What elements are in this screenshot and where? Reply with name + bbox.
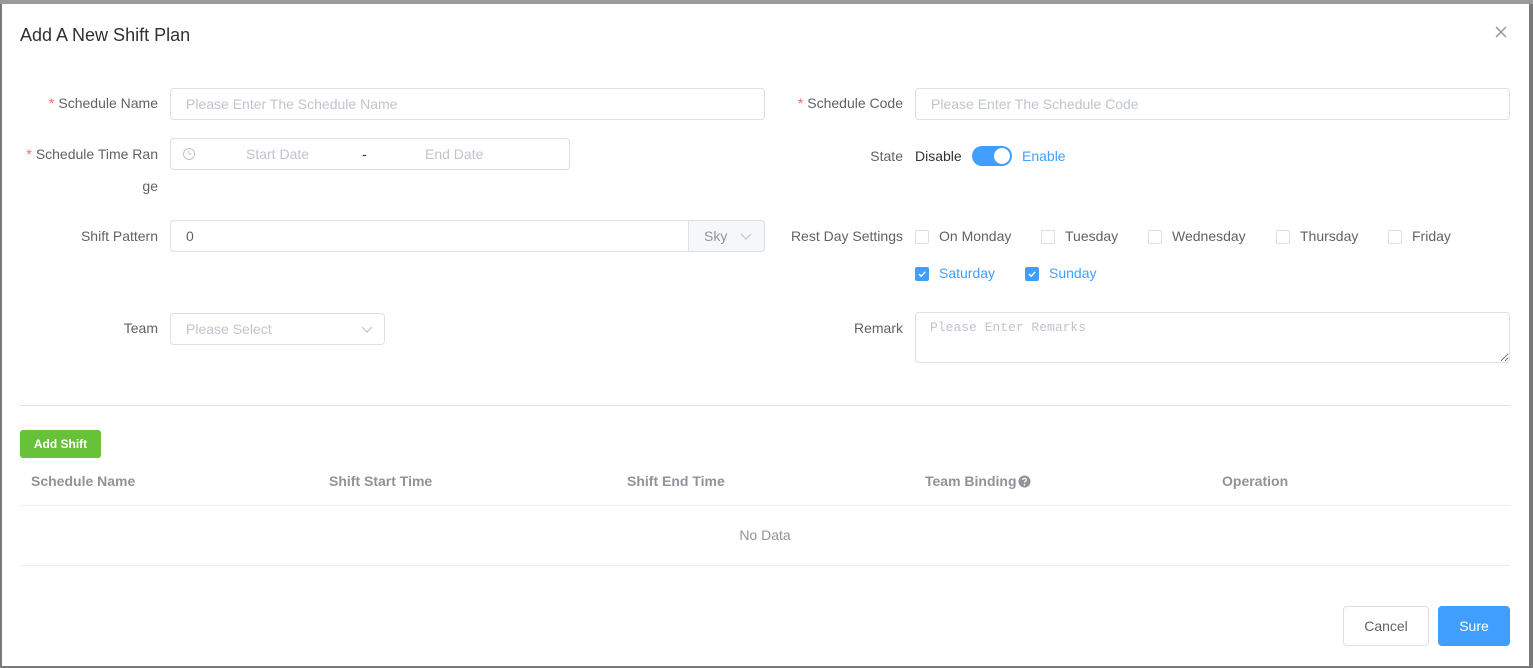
checkbox-label-monday[interactable]: On Monday <box>939 226 1011 246</box>
close-icon[interactable] <box>1490 21 1512 43</box>
schedule-name-label: * Schedule Name <box>48 95 158 111</box>
schedule-code-input[interactable] <box>915 88 1510 120</box>
time-range-label: * Schedule Time Ran <box>26 146 158 162</box>
check-icon <box>1028 271 1036 278</box>
required-mark: * <box>26 146 32 162</box>
table-empty-text: No Data <box>739 527 791 543</box>
table-bottom-border <box>20 565 1510 566</box>
checkbox-label-wednesday[interactable]: Wednesday <box>1172 226 1246 246</box>
start-date-input[interactable]: Start Date <box>246 146 309 162</box>
chevron-down-icon <box>361 326 373 333</box>
schedule-date-range-picker[interactable]: Start Date - End Date <box>170 138 570 170</box>
team-label: Team <box>123 320 158 336</box>
column-header-schedule-name: Schedule Name <box>31 473 136 489</box>
team-select-placeholder: Please Select <box>186 321 272 337</box>
checkbox-thursday[interactable] <box>1276 230 1290 244</box>
team-select[interactable]: Please Select <box>170 313 385 345</box>
question-circle-icon[interactable] <box>1018 475 1031 488</box>
checkbox-label-saturday[interactable]: Saturday <box>939 263 995 283</box>
checkbox-wednesday[interactable] <box>1148 230 1162 244</box>
add-shift-button[interactable]: Add Shift <box>20 430 101 458</box>
checkbox-friday[interactable] <box>1388 230 1402 244</box>
remark-textarea[interactable] <box>915 312 1510 363</box>
rest-day-label: Rest Day Settings <box>790 228 903 244</box>
required-mark: * <box>48 95 55 111</box>
time-range-label-wrap: ge <box>142 178 158 194</box>
table-header-border <box>20 505 1510 506</box>
section-divider <box>20 405 1510 406</box>
switch-off-text[interactable]: Disable <box>915 146 962 166</box>
column-header-shift-end-time: Shift End Time <box>627 473 725 489</box>
checkbox-label-tuesday[interactable]: Tuesday <box>1065 226 1118 246</box>
end-date-input[interactable]: End Date <box>425 146 483 162</box>
column-header-team-binding: Team Binding <box>925 473 1031 489</box>
schedule-code-label: * Schedule Code <box>797 95 903 111</box>
remark-label: Remark <box>853 320 903 336</box>
toggle-knob <box>994 148 1010 164</box>
shift-pattern-unit-select[interactable]: Sky <box>689 220 765 252</box>
checkbox-label-sunday[interactable]: Sunday <box>1049 263 1096 283</box>
schedule-name-input[interactable] <box>170 88 765 120</box>
checkbox-label-thursday[interactable]: Thursday <box>1300 226 1358 246</box>
unit-label: Sky <box>704 228 728 244</box>
checkbox-sunday[interactable] <box>1025 267 1039 281</box>
state-label: State <box>870 148 903 164</box>
range-separator: - <box>362 146 367 162</box>
clock-icon <box>183 148 195 160</box>
state-toggle[interactable] <box>972 146 1012 166</box>
checkbox-saturday[interactable] <box>915 267 929 281</box>
required-mark: * <box>797 95 804 111</box>
checkbox-monday[interactable] <box>915 230 929 244</box>
checkbox-tuesday[interactable] <box>1041 230 1055 244</box>
column-header-shift-start-time: Shift Start Time <box>329 473 433 489</box>
column-header-operation: Operation <box>1222 473 1289 489</box>
chevron-down-icon <box>740 233 752 240</box>
cancel-button[interactable]: Cancel <box>1343 606 1429 646</box>
shift-pattern-input[interactable] <box>170 220 689 252</box>
add-shift-plan-dialog: Add A New Shift Plan *Schedule Name *Sch… <box>2 4 1529 666</box>
check-icon <box>918 271 926 278</box>
dialog-title: Add A New Shift Plan <box>20 25 191 45</box>
switch-on-text[interactable]: Enable <box>1022 146 1066 166</box>
sure-button[interactable]: Sure <box>1438 606 1510 646</box>
checkbox-label-friday[interactable]: Friday <box>1412 226 1451 246</box>
shift-pattern-label: Shift Pattern <box>80 228 158 244</box>
